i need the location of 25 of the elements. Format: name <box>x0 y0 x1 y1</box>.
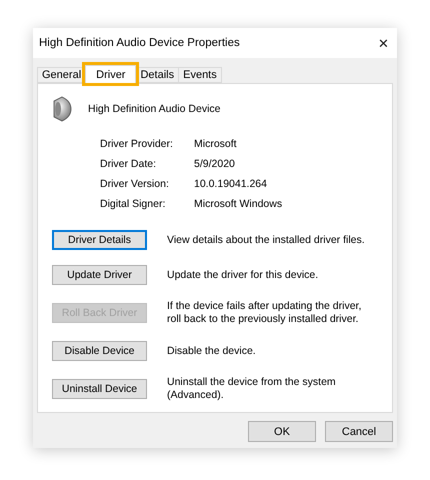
window-title: High Definition Audio Device Properties <box>39 37 240 49</box>
action-button[interactable]: Driver Details <box>52 230 147 250</box>
device-name: High Definition Audio Device <box>88 103 220 115</box>
speaker-icon <box>52 96 72 122</box>
action-description: If the device fails after updating the driver, roll back to the previously installed driver. <box>167 300 362 326</box>
action-description: Uninstall the device from the system (Advanced). <box>167 376 337 402</box>
tab[interactable]: Events <box>178 67 222 83</box>
property-value: 10.0.19041.264 <box>194 178 268 190</box>
property-label: Driver Date: <box>100 158 158 170</box>
action-description: Update the driver for this device. <box>167 268 320 282</box>
action-button[interactable]: Uninstall Device <box>52 379 147 399</box>
dialog-button[interactable]: Cancel <box>325 421 393 442</box>
property-label: Digital Signer: <box>100 198 166 210</box>
close-button[interactable]: ✕ <box>378 36 389 50</box>
property-label: Driver Provider: <box>100 138 174 150</box>
property-label: Driver Version: <box>100 178 170 190</box>
action-button[interactable]: Disable Device <box>52 341 147 361</box>
property-value: Microsoft Windows <box>194 198 284 210</box>
action-description: Disable the device. <box>167 344 257 358</box>
dialog-button[interactable]: OK <box>248 421 316 442</box>
property-value: Microsoft <box>194 138 238 150</box>
tab[interactable]: Driver <box>85 65 136 83</box>
property-value: 5/9/2020 <box>194 158 236 170</box>
action-description: View details about the installed driver files. <box>167 234 366 246</box>
action-button[interactable]: Update Driver <box>52 265 147 285</box>
